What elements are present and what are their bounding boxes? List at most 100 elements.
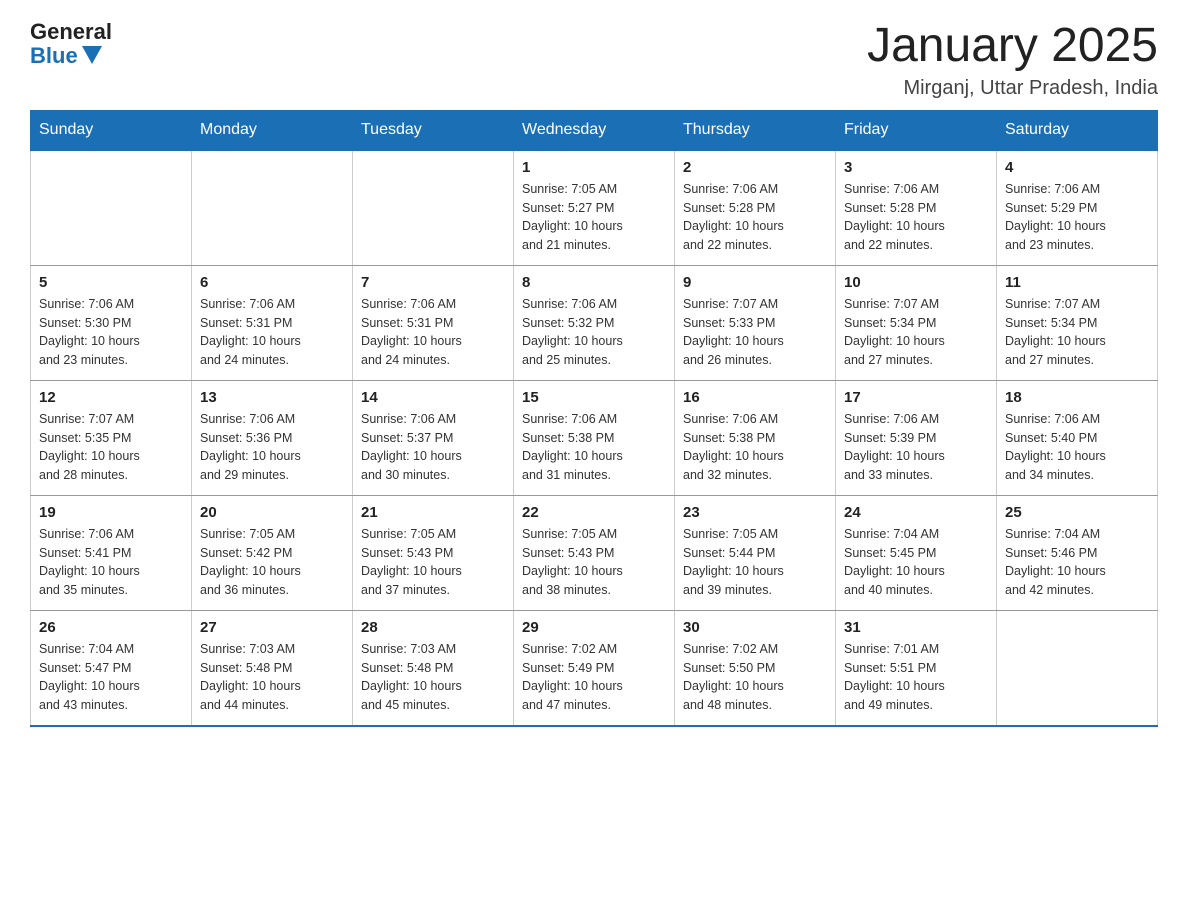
month-title: January 2025	[867, 20, 1158, 73]
day-number: 9	[683, 274, 827, 291]
day-info: Sunrise: 7:07 AMSunset: 5:35 PMDaylight:…	[39, 410, 183, 485]
day-number: 31	[844, 619, 988, 636]
calendar-cell: 20Sunrise: 7:05 AMSunset: 5:42 PMDayligh…	[192, 495, 353, 610]
day-number: 18	[1005, 389, 1149, 406]
calendar-cell: 18 Sunrise: 7:06 AMSunset: 5:40 PMDayligh…	[997, 380, 1158, 495]
day-number: 25	[1005, 504, 1149, 521]
day-number: 4	[1005, 159, 1149, 176]
calendar-cell: 10 Sunrise: 7:07 AMSunset: 5:34 PMDayligh…	[836, 265, 997, 380]
calendar-cell: 23 Sunrise: 7:05 AMSunset: 5:44 PMDayligh…	[675, 495, 836, 610]
day-number: 7	[361, 274, 505, 291]
calendar-cell: 1 Sunrise: 7:05 AMSunset: 5:27 PMDaylight…	[514, 150, 675, 266]
day-info: Sunrise: 7:03 AMSunset: 5:48 PMDaylight:…	[200, 640, 344, 715]
location-subtitle: Mirganj, Uttar Pradesh, India	[867, 77, 1158, 100]
day-info: Sunrise: 7:06 AMSunset: 5:30 PMDaylight:…	[39, 295, 183, 370]
day-info: Sunrise: 7:06 AMSunset: 5:31 PMDaylight:…	[361, 295, 505, 370]
day-number: 11	[1005, 274, 1149, 291]
logo-blue-text: Blue	[30, 44, 102, 68]
day-header-tuesday: Tuesday	[353, 110, 514, 150]
day-info: Sunrise: 7:06 AMSunset: 5:28 PMDaylight:…	[683, 180, 827, 255]
day-number: 6	[200, 274, 344, 291]
calendar-table: SundayMondayTuesdayWednesdayThursdayFrid…	[30, 110, 1158, 727]
calendar-cell: 5 Sunrise: 7:06 AMSunset: 5:30 PMDaylight…	[31, 265, 192, 380]
day-info: Sunrise: 7:07 AMSunset: 5:34 PMDaylight:…	[1005, 295, 1149, 370]
calendar-cell: 29Sunrise: 7:02 AMSunset: 5:49 PMDayligh…	[514, 610, 675, 726]
day-number: 13	[200, 389, 344, 406]
day-header-saturday: Saturday	[997, 110, 1158, 150]
day-info: Sunrise: 7:07 AMSunset: 5:33 PMDaylight:…	[683, 295, 827, 370]
calendar-cell	[31, 150, 192, 266]
day-number: 12	[39, 389, 183, 406]
day-number: 14	[361, 389, 505, 406]
day-number: 17	[844, 389, 988, 406]
day-info: Sunrise: 7:04 AMSunset: 5:47 PMDaylight:…	[39, 640, 183, 715]
calendar-cell: 16 Sunrise: 7:06 AMSunset: 5:38 PMDayligh…	[675, 380, 836, 495]
day-info: Sunrise: 7:06 AMSunset: 5:28 PMDaylight:…	[844, 180, 988, 255]
day-number: 27	[200, 619, 344, 636]
day-number: 3	[844, 159, 988, 176]
calendar-cell: 15Sunrise: 7:06 AMSunset: 5:38 PMDayligh…	[514, 380, 675, 495]
calendar-cell: 30 Sunrise: 7:02 AMSunset: 5:50 PMDayligh…	[675, 610, 836, 726]
day-number: 22	[522, 504, 666, 521]
calendar-cell: 19 Sunrise: 7:06 AMSunset: 5:41 PMDayligh…	[31, 495, 192, 610]
day-info: Sunrise: 7:05 AMSunset: 5:44 PMDaylight:…	[683, 525, 827, 600]
day-number: 23	[683, 504, 827, 521]
calendar-cell: 8 Sunrise: 7:06 AMSunset: 5:32 PMDaylight…	[514, 265, 675, 380]
calendar-cell: 21Sunrise: 7:05 AMSunset: 5:43 PMDayligh…	[353, 495, 514, 610]
calendar-cell: 6 Sunrise: 7:06 AMSunset: 5:31 PMDaylight…	[192, 265, 353, 380]
day-info: Sunrise: 7:05 AMSunset: 5:42 PMDaylight:…	[200, 525, 344, 600]
day-info: Sunrise: 7:06 AMSunset: 5:29 PMDaylight:…	[1005, 180, 1149, 255]
calendar-cell: 22Sunrise: 7:05 AMSunset: 5:43 PMDayligh…	[514, 495, 675, 610]
day-number: 30	[683, 619, 827, 636]
logo-triangle-icon	[82, 46, 102, 64]
day-number: 28	[361, 619, 505, 636]
day-info: Sunrise: 7:02 AMSunset: 5:49 PMDaylight:…	[522, 640, 666, 715]
day-header-wednesday: Wednesday	[514, 110, 675, 150]
day-number: 5	[39, 274, 183, 291]
day-number: 1	[522, 159, 666, 176]
calendar-cell: 7 Sunrise: 7:06 AMSunset: 5:31 PMDaylight…	[353, 265, 514, 380]
day-info: Sunrise: 7:06 AMSunset: 5:36 PMDaylight:…	[200, 410, 344, 485]
calendar-cell: 17 Sunrise: 7:06 AMSunset: 5:39 PMDayligh…	[836, 380, 997, 495]
calendar-cell	[192, 150, 353, 266]
day-info: Sunrise: 7:06 AMSunset: 5:41 PMDaylight:…	[39, 525, 183, 600]
day-number: 26	[39, 619, 183, 636]
title-block: January 2025 Mirganj, Uttar Pradesh, Ind…	[867, 20, 1158, 100]
day-info: Sunrise: 7:04 AMSunset: 5:46 PMDaylight:…	[1005, 525, 1149, 600]
day-header-sunday: Sunday	[31, 110, 192, 150]
calendar-cell: 2Sunrise: 7:06 AMSunset: 5:28 PMDaylight…	[675, 150, 836, 266]
day-info: Sunrise: 7:05 AMSunset: 5:27 PMDaylight:…	[522, 180, 666, 255]
calendar-cell: 24Sunrise: 7:04 AMSunset: 5:45 PMDayligh…	[836, 495, 997, 610]
day-info: Sunrise: 7:06 AMSunset: 5:32 PMDaylight:…	[522, 295, 666, 370]
day-header-thursday: Thursday	[675, 110, 836, 150]
day-info: Sunrise: 7:06 AMSunset: 5:40 PMDaylight:…	[1005, 410, 1149, 485]
day-header-friday: Friday	[836, 110, 997, 150]
day-number: 24	[844, 504, 988, 521]
day-info: Sunrise: 7:06 AMSunset: 5:37 PMDaylight:…	[361, 410, 505, 485]
day-info: Sunrise: 7:06 AMSunset: 5:39 PMDaylight:…	[844, 410, 988, 485]
day-info: Sunrise: 7:02 AMSunset: 5:50 PMDaylight:…	[683, 640, 827, 715]
calendar-cell: 12 Sunrise: 7:07 AMSunset: 5:35 PMDayligh…	[31, 380, 192, 495]
calendar-cell: 9 Sunrise: 7:07 AMSunset: 5:33 PMDaylight…	[675, 265, 836, 380]
calendar-cell: 11 Sunrise: 7:07 AMSunset: 5:34 PMDayligh…	[997, 265, 1158, 380]
logo-general-text: General	[30, 20, 112, 44]
day-info: Sunrise: 7:06 AMSunset: 5:31 PMDaylight:…	[200, 295, 344, 370]
day-number: 16	[683, 389, 827, 406]
day-info: Sunrise: 7:01 AMSunset: 5:51 PMDaylight:…	[844, 640, 988, 715]
logo: General Blue	[30, 20, 112, 68]
calendar-cell: 26 Sunrise: 7:04 AMSunset: 5:47 PMDayligh…	[31, 610, 192, 726]
day-number: 19	[39, 504, 183, 521]
day-number: 21	[361, 504, 505, 521]
calendar-cell	[353, 150, 514, 266]
calendar-cell: 4 Sunrise: 7:06 AMSunset: 5:29 PMDaylight…	[997, 150, 1158, 266]
day-number: 8	[522, 274, 666, 291]
day-info: Sunrise: 7:07 AMSunset: 5:34 PMDaylight:…	[844, 295, 988, 370]
calendar-cell: 27 Sunrise: 7:03 AMSunset: 5:48 PMDayligh…	[192, 610, 353, 726]
day-number: 15	[522, 389, 666, 406]
day-number: 10	[844, 274, 988, 291]
day-info: Sunrise: 7:06 AMSunset: 5:38 PMDaylight:…	[683, 410, 827, 485]
day-header-monday: Monday	[192, 110, 353, 150]
calendar-cell: 25 Sunrise: 7:04 AMSunset: 5:46 PMDayligh…	[997, 495, 1158, 610]
day-info: Sunrise: 7:03 AMSunset: 5:48 PMDaylight:…	[361, 640, 505, 715]
calendar-cell: 28 Sunrise: 7:03 AMSunset: 5:48 PMDayligh…	[353, 610, 514, 726]
